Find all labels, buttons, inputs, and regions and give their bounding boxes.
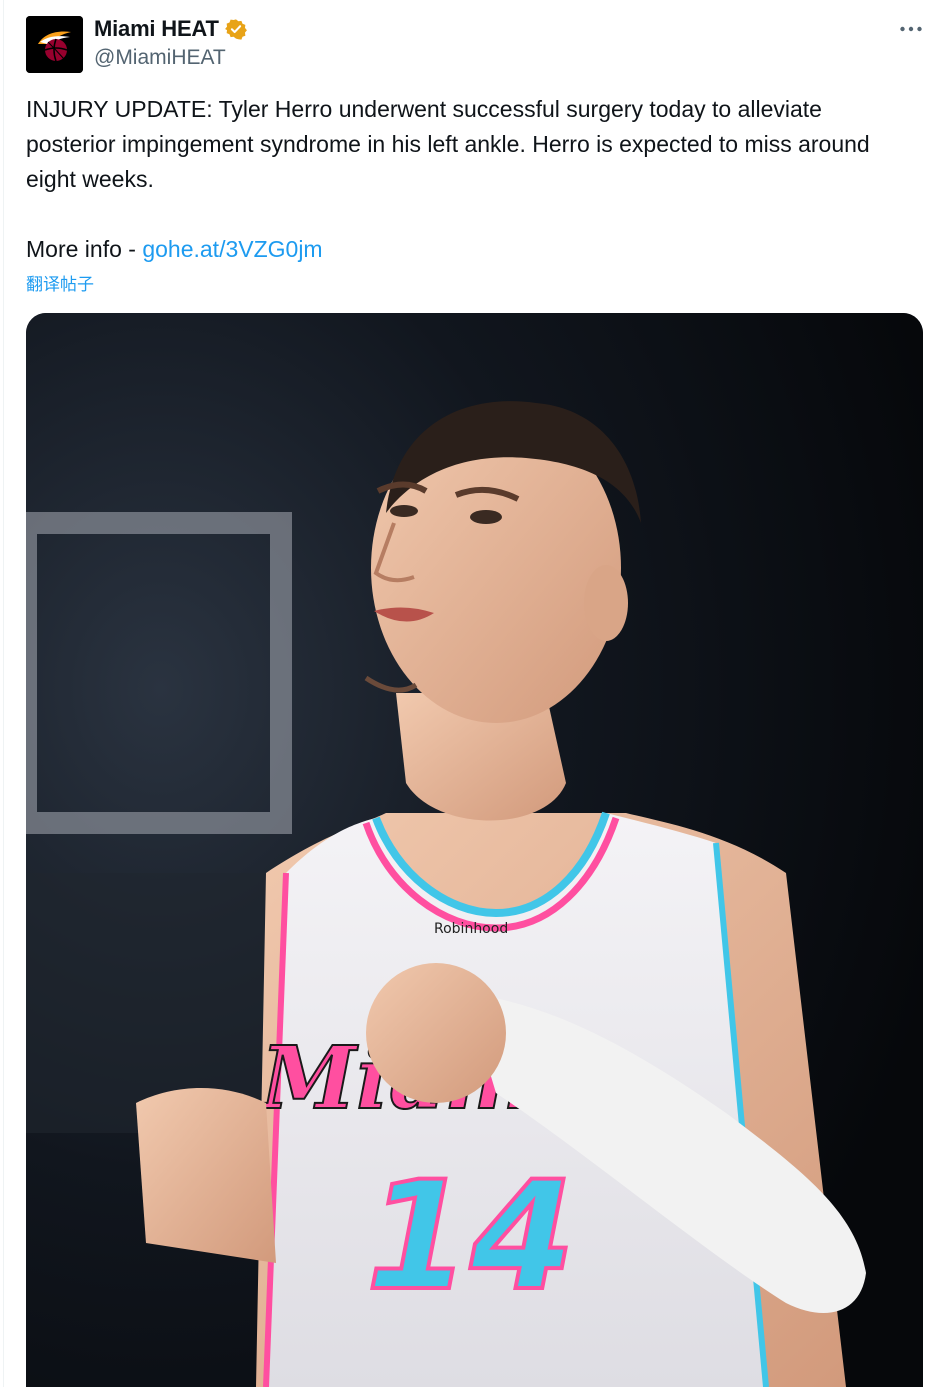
tweet-photo[interactable]: Miami 14 Robinhood <box>26 313 923 1387</box>
more-horizontal-icon <box>900 26 922 32</box>
more-options-button[interactable] <box>893 14 929 44</box>
sponsor-patch: Robinhood <box>434 921 508 937</box>
author-name-row: Miami HEAT <box>94 16 247 42</box>
translate-post-button[interactable]: 翻译帖子 <box>26 270 94 295</box>
more-info-line: More info - gohe.at/3VZG0jm <box>26 232 916 267</box>
verified-badge-icon[interactable] <box>224 18 247 40</box>
tweet-link[interactable]: gohe.at/3VZG0jm <box>142 236 322 262</box>
author-avatar[interactable] <box>26 16 83 73</box>
left-divider <box>3 0 4 1387</box>
jersey-number: 14 <box>366 1150 575 1324</box>
tweet-main-text: INJURY UPDATE: Tyler Herro underwent suc… <box>26 96 870 192</box>
more-info-prefix: More info - <box>26 236 143 262</box>
heat-logo-icon <box>26 16 83 73</box>
tweet-card: Miami HEAT @MiamiHEAT INJURY UPDATE: Tyl… <box>0 0 945 1387</box>
player-photo-illustration: Miami 14 Robinhood <box>26 313 923 1387</box>
author-display-name[interactable]: Miami HEAT <box>94 16 219 42</box>
author-handle[interactable]: @MiamiHEAT <box>94 46 226 70</box>
tweet-text: INJURY UPDATE: Tyler Herro underwent suc… <box>26 92 916 267</box>
